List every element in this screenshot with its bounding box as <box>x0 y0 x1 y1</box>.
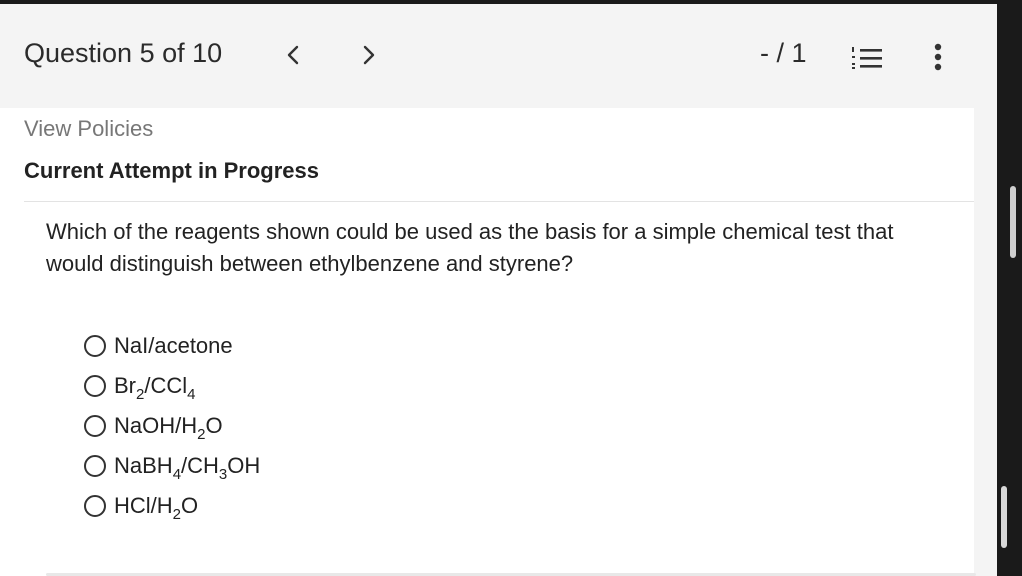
answer-option-label: NaI/acetone <box>114 333 233 358</box>
divider <box>24 201 974 202</box>
answer-option[interactable]: HCl/H2O <box>84 486 260 526</box>
previous-question-button[interactable] <box>282 42 306 68</box>
radio-button[interactable] <box>84 375 106 397</box>
answer-option[interactable]: Br2/CCl4 <box>84 366 260 406</box>
view-policies-link[interactable]: View Policies <box>24 116 153 142</box>
chevron-right-icon <box>363 45 375 65</box>
question-text: Which of the reagents shown could be use… <box>46 219 894 276</box>
question-header: Question 5 of 10 - / 1 <box>0 4 997 108</box>
radio-button[interactable] <box>84 335 106 357</box>
answer-option-label: Br2/CCl4 <box>114 373 196 403</box>
answer-option-label: NaBH4/CH3OH <box>114 453 261 483</box>
question-list-button[interactable] <box>850 42 886 74</box>
more-options-button[interactable] <box>926 40 950 76</box>
numbered-list-icon <box>852 47 882 69</box>
question-score: - / 1 <box>760 38 807 68</box>
vertical-ellipsis-icon <box>934 43 942 71</box>
answer-option[interactable]: NaBH4/CH3OH <box>84 446 260 486</box>
question-content: View Policies Current Attempt in Progres… <box>0 108 976 576</box>
answer-option-label: NaOH/H2O <box>114 413 223 443</box>
scrollbar-thumb[interactable] <box>1010 186 1016 258</box>
next-question-button[interactable] <box>356 42 380 68</box>
answer-option[interactable]: NaI/acetone <box>84 326 260 366</box>
screen: Question 5 of 10 - / 1 View Policies Cur… <box>0 4 997 576</box>
radio-button[interactable] <box>84 495 106 517</box>
chevron-left-icon <box>287 45 299 65</box>
scrollbar-thumb[interactable] <box>1001 486 1007 548</box>
answer-option[interactable]: NaOH/H2O <box>84 406 260 446</box>
answer-options: NaI/acetone Br2/CCl4 NaOH/H2O NaBH4/CH3O… <box>84 326 260 526</box>
radio-button[interactable] <box>84 455 106 477</box>
question-counter: Question 5 of 10 <box>24 38 223 68</box>
attempt-status: Current Attempt in Progress <box>24 158 320 183</box>
answer-option-label: HCl/H2O <box>114 493 199 523</box>
radio-button[interactable] <box>84 415 106 437</box>
